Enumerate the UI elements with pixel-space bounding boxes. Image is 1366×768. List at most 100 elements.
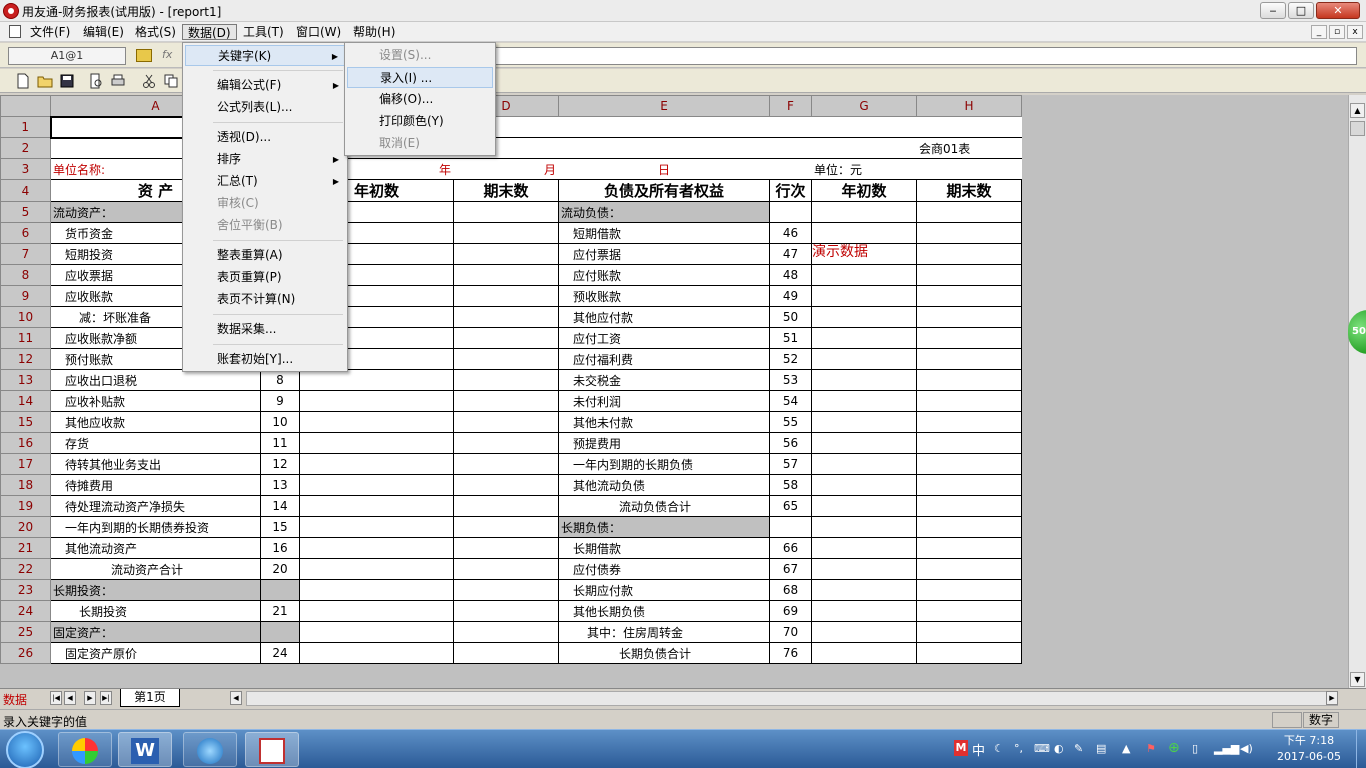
- liability-name[interactable]: 应付债券: [558, 558, 770, 580]
- liability-end-value[interactable]: [916, 264, 1022, 286]
- liability-line-no[interactable]: 67: [769, 558, 812, 580]
- maximize-button[interactable]: □: [1288, 2, 1314, 19]
- menu-data[interactable]: 数据(D): [182, 24, 237, 40]
- liability-name[interactable]: 长期负债：: [558, 516, 770, 538]
- cell-reference-box[interactable]: A1@1: [8, 47, 126, 65]
- asset-name[interactable]: 应收补贴款: [50, 390, 261, 412]
- network-signal-icon[interactable]: ▂▄▆: [1214, 742, 1239, 755]
- liability-name[interactable]: 短期借款: [558, 222, 770, 244]
- asset-name[interactable]: 固定资产：: [50, 621, 261, 643]
- asset-name[interactable]: 待摊费用: [50, 474, 261, 496]
- liability-begin-value[interactable]: [811, 453, 917, 475]
- asset-end-value[interactable]: [453, 621, 559, 643]
- row-header[interactable]: 14: [0, 390, 51, 412]
- liability-end-value[interactable]: [916, 453, 1022, 475]
- asset-line-no[interactable]: 16: [260, 537, 300, 559]
- liability-line-no[interactable]: [769, 201, 812, 223]
- asset-begin-value[interactable]: [299, 516, 454, 538]
- table-code[interactable]: 会商01表: [916, 137, 1022, 159]
- horizontal-scrollbar[interactable]: [246, 691, 1338, 706]
- liability-line-no[interactable]: 48: [769, 264, 812, 286]
- menu-edit[interactable]: 编辑(E): [78, 24, 129, 40]
- liability-end-value[interactable]: [916, 474, 1022, 496]
- liability-begin-value[interactable]: [811, 285, 917, 307]
- security-alert-icon[interactable]: ⚑: [1146, 742, 1156, 755]
- hscroll-left-button[interactable]: ◀: [230, 691, 242, 705]
- liability-begin-value[interactable]: [811, 642, 917, 664]
- submenu-item-offset[interactable]: 偏移(O)...: [347, 89, 493, 110]
- asset-end-value[interactable]: [453, 474, 559, 496]
- asset-end-value[interactable]: [453, 243, 559, 265]
- asset-begin-value[interactable]: [299, 453, 454, 475]
- liability-begin-value[interactable]: [811, 411, 917, 433]
- copy-icon[interactable]: [163, 73, 179, 89]
- row-header[interactable]: 6: [0, 222, 51, 244]
- asset-begin-value[interactable]: [299, 537, 454, 559]
- liability-name[interactable]: 长期应付款: [558, 579, 770, 601]
- row-header[interactable]: 7: [0, 243, 51, 265]
- liability-name[interactable]: 流动负债合计: [558, 495, 770, 517]
- liability-end-value[interactable]: [916, 600, 1022, 622]
- asset-begin-value[interactable]: [299, 369, 454, 391]
- asset-begin-value[interactable]: [299, 495, 454, 517]
- row-header[interactable]: 5: [0, 201, 51, 223]
- liability-line-no[interactable]: 65: [769, 495, 812, 517]
- row-header[interactable]: 9: [0, 285, 51, 307]
- asset-name[interactable]: 待处理流动资产净损失: [50, 495, 261, 517]
- menu-item-sort[interactable]: 排序 ▶: [185, 149, 345, 170]
- liability-begin-value[interactable]: [811, 327, 917, 349]
- row-header[interactable]: 20: [0, 516, 51, 538]
- asset-name[interactable]: 其他应收款: [50, 411, 261, 433]
- liability-begin-value[interactable]: [811, 579, 917, 601]
- cell[interactable]: [811, 116, 917, 138]
- show-hidden-icons[interactable]: ▲: [1122, 742, 1130, 755]
- menu-item-recalc-table[interactable]: 整表重算(A): [185, 245, 345, 266]
- menu-format[interactable]: 格式(S): [130, 24, 181, 40]
- header-end-left[interactable]: 期末数: [453, 179, 559, 202]
- close-button[interactable]: ✕: [1316, 2, 1360, 19]
- liability-name[interactable]: 长期负债合计: [558, 642, 770, 664]
- asset-begin-value[interactable]: [299, 411, 454, 433]
- liability-end-value[interactable]: [916, 579, 1022, 601]
- asset-line-no[interactable]: 13: [260, 474, 300, 496]
- liability-name[interactable]: 应付福利费: [558, 348, 770, 370]
- skin-icon[interactable]: ◐: [1054, 742, 1064, 755]
- menu-help[interactable]: 帮助(H): [348, 24, 400, 40]
- asset-line-no[interactable]: [260, 621, 300, 643]
- liability-begin-value[interactable]: [811, 558, 917, 580]
- liability-end-value[interactable]: [916, 411, 1022, 433]
- row-header[interactable]: 1: [0, 116, 51, 138]
- liability-end-value[interactable]: [916, 285, 1022, 307]
- menu-item-page-no-calc[interactable]: 表页不计算(N): [185, 289, 345, 310]
- menu-window[interactable]: 窗口(W): [291, 24, 346, 40]
- liability-name[interactable]: 应付工资: [558, 327, 770, 349]
- asset-name[interactable]: 应收出口退税: [50, 369, 261, 391]
- sheet-tab-page1[interactable]: 第1页: [120, 689, 180, 707]
- liability-end-value[interactable]: [916, 327, 1022, 349]
- liability-line-no[interactable]: 49: [769, 285, 812, 307]
- liability-end-value[interactable]: [916, 201, 1022, 223]
- row-header[interactable]: 2: [0, 137, 51, 159]
- corner-cell[interactable]: [0, 95, 51, 117]
- tools-icon[interactable]: ✎: [1074, 742, 1083, 755]
- asset-name[interactable]: 长期投资: [50, 600, 261, 622]
- formula-input[interactable]: [495, 47, 1357, 65]
- asset-begin-value[interactable]: [299, 390, 454, 412]
- asset-end-value[interactable]: [453, 453, 559, 475]
- liability-end-value[interactable]: [916, 348, 1022, 370]
- liability-name[interactable]: 预收账款: [558, 285, 770, 307]
- asset-end-value[interactable]: [453, 579, 559, 601]
- liability-line-no[interactable]: 53: [769, 369, 812, 391]
- taskbar-app-report[interactable]: [245, 732, 299, 767]
- row-header[interactable]: 12: [0, 348, 51, 370]
- col-header-e[interactable]: E: [558, 95, 770, 117]
- liability-end-value[interactable]: [916, 516, 1022, 538]
- asset-end-value[interactable]: [453, 642, 559, 664]
- cell[interactable]: [769, 116, 812, 138]
- menu-tools[interactable]: 工具(T): [238, 24, 289, 40]
- asset-end-value[interactable]: [453, 600, 559, 622]
- liability-name[interactable]: 未付利润: [558, 390, 770, 412]
- liability-begin-value[interactable]: [811, 600, 917, 622]
- row-header[interactable]: 18: [0, 474, 51, 496]
- first-sheet-button[interactable]: |◀: [50, 691, 62, 705]
